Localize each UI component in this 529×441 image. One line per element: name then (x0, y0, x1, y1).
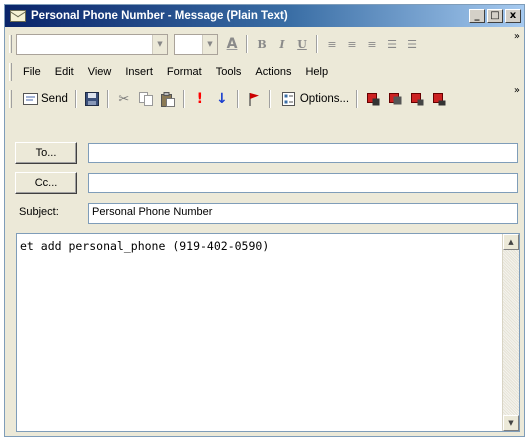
cc-button[interactable]: Cc... (15, 172, 77, 194)
scroll-up-icon[interactable]: ▲ (503, 234, 519, 250)
message-body[interactable]: et add personal_phone (919-402-0590) ▲ ▼ (16, 233, 520, 432)
envelope-icon (10, 10, 26, 22)
vertical-scrollbar[interactable]: ▲ ▼ (502, 234, 519, 431)
options-button[interactable]: Options... (275, 88, 352, 110)
flag-icon[interactable] (245, 90, 263, 108)
to-button[interactable]: To... (15, 142, 77, 164)
formatting-toolbar: ▼ ▼ A B I U ≡ ≡ ≡ ☰ ☰ » (7, 31, 522, 57)
toolbar-separator (74, 90, 77, 108)
options-label: Options... (299, 93, 350, 105)
menu-grip[interactable] (9, 63, 12, 81)
underline-button[interactable]: U (292, 34, 312, 54)
toolbar-overflow-icon[interactable]: » (514, 32, 520, 42)
bullets-icon[interactable]: ☰ (382, 34, 402, 54)
font-size-combo[interactable]: ▼ (174, 33, 218, 55)
toolbar-separator (236, 90, 239, 108)
toolbar-grip[interactable] (9, 35, 12, 53)
message-window: Personal Phone Number - Message (Plain T… (4, 4, 525, 437)
toolbar-separator (246, 35, 248, 53)
window-title: Personal Phone Number - Message (Plain T… (31, 10, 288, 22)
menu-insert[interactable]: Insert (118, 66, 160, 78)
send-icon (21, 90, 39, 108)
options-icon (280, 90, 298, 108)
toolbar-separator (356, 90, 359, 108)
note-icon-4[interactable] (430, 90, 448, 108)
menu-view[interactable]: View (81, 66, 119, 78)
note-icon-1[interactable] (364, 90, 382, 108)
toolbar-separator (106, 90, 109, 108)
italic-button[interactable]: I (272, 34, 292, 54)
toolbar-overflow-icon[interactable]: » (514, 86, 520, 96)
close-button[interactable]: x (505, 9, 521, 23)
title-bar[interactable]: Personal Phone Number - Message (Plain T… (5, 5, 524, 27)
message-body-text[interactable]: et add personal_phone (919-402-0590) (20, 239, 269, 253)
toolbar-separator (316, 35, 318, 53)
paste-icon[interactable] (159, 90, 177, 108)
menu-bar: File Edit View Insert Format Tools Actio… (7, 61, 522, 83)
cc-field[interactable] (88, 173, 518, 193)
minimize-button[interactable]: _ (469, 9, 485, 23)
align-center-icon[interactable]: ≡ (342, 34, 362, 54)
window-controls: _ □ x (469, 9, 521, 23)
toolbar-separator (182, 90, 185, 108)
bold-button[interactable]: B (252, 34, 272, 54)
importance-high-icon[interactable]: ! (191, 90, 209, 108)
subject-label: Subject: (19, 206, 59, 218)
menu-file[interactable]: File (16, 66, 48, 78)
menu-tools[interactable]: Tools (209, 66, 249, 78)
note-icon-2[interactable] (386, 90, 404, 108)
copy-icon[interactable] (137, 90, 155, 108)
align-right-icon[interactable]: ≡ (362, 34, 382, 54)
menu-help[interactable]: Help (298, 66, 335, 78)
font-color-icon[interactable]: A (222, 34, 242, 54)
send-label: Send (41, 93, 68, 105)
font-name-combo[interactable]: ▼ (16, 33, 168, 55)
importance-low-icon[interactable]: ↓ (213, 90, 231, 108)
toolbar-grip[interactable] (9, 90, 12, 108)
cut-icon[interactable]: ✂ (115, 90, 133, 108)
chevron-down-icon[interactable]: ▼ (202, 34, 217, 54)
scroll-down-icon[interactable]: ▼ (503, 415, 519, 431)
chevron-down-icon[interactable]: ▼ (152, 34, 167, 54)
subject-field[interactable]: Personal Phone Number (88, 203, 518, 224)
align-left-icon[interactable]: ≡ (322, 34, 342, 54)
menu-actions[interactable]: Actions (248, 66, 298, 78)
send-button[interactable]: Send (16, 88, 71, 110)
toolbar-separator (268, 90, 271, 108)
note-icon-3[interactable] (408, 90, 426, 108)
maximize-button[interactable]: □ (487, 9, 503, 23)
menu-edit[interactable]: Edit (48, 66, 81, 78)
to-field[interactable] (88, 143, 518, 163)
standard-toolbar: Send ✂ ! ↓ Options... » (7, 85, 522, 113)
numbering-icon[interactable]: ☰ (402, 34, 422, 54)
save-icon[interactable] (83, 90, 101, 108)
menu-format[interactable]: Format (160, 66, 209, 78)
